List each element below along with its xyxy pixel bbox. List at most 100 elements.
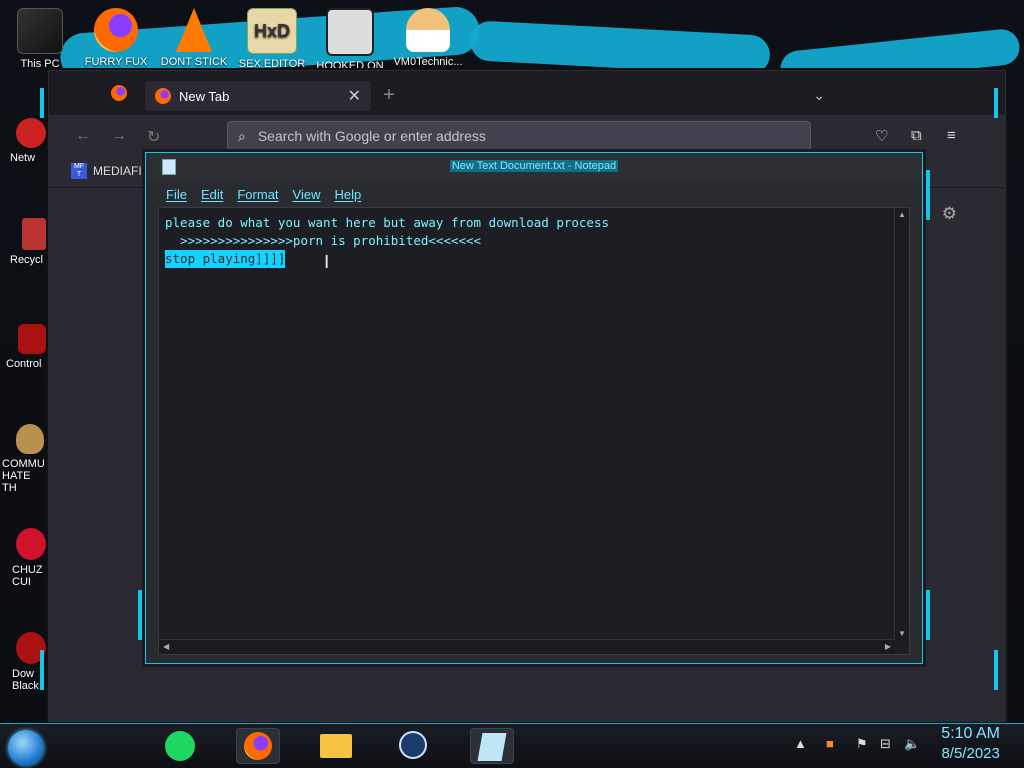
gear-icon[interactable]: ⚙ (942, 204, 957, 224)
mediafire-icon: MF T (71, 163, 87, 179)
volume-icon[interactable]: 🔈 (904, 736, 920, 752)
network-icon[interactable]: ⊟ (880, 736, 891, 752)
new-tab-plus-icon[interactable]: + (379, 83, 399, 107)
desktop-icon-label: COMMU HATE TH (2, 458, 45, 494)
extensions-icon[interactable]: ⧉ (911, 127, 922, 144)
bookmark-mediafire[interactable]: MF T MEDIAFI (71, 163, 142, 179)
notepad-icon (477, 733, 507, 761)
taskbar-firefox[interactable] (236, 728, 280, 764)
forward-arrow-icon[interactable]: → (111, 127, 127, 145)
hxd-icon: HxD (247, 8, 297, 54)
reload-icon[interactable]: ↻ (147, 127, 160, 147)
frame-decoration (926, 170, 930, 220)
scroll-up-icon[interactable]: ▲ (898, 210, 906, 219)
red-creature-icon (16, 528, 46, 560)
tab-new-tab[interactable]: New Tab ✕ (145, 81, 371, 111)
notepad-icon (162, 159, 176, 175)
text-line: >>>>>>>>>>>>>>>porn is prohibited<<<<<<< (165, 233, 482, 248)
desktop-icon-label: Dow Black (12, 668, 39, 692)
desktop-icon-hooked-on[interactable]: HOOKED ON (314, 8, 386, 72)
bookmark-label: MEDIAFI (93, 164, 142, 178)
horizontal-scrollbar[interactable]: ◀ ▶ (159, 639, 895, 654)
tab-title: New Tab (179, 88, 230, 104)
file-explorer-icon (320, 734, 352, 758)
desktop-icon-this-pc[interactable]: This PC (4, 8, 76, 70)
desktop-icon-label: CHUZ CUI (12, 564, 43, 588)
desktop-icon-label: DONT STICK (160, 56, 228, 68)
menu-view[interactable]: View (293, 187, 321, 202)
frame-decoration (994, 88, 998, 118)
menu-file[interactable]: File (166, 187, 187, 202)
search-input[interactable] (255, 127, 800, 145)
desktop-icon-vm0technic[interactable]: VM0Technic... (392, 8, 464, 68)
notepad-window: New Text Document.txt - Notepad File Edi… (145, 152, 923, 664)
clock[interactable]: 5:10 AM 8/5/2023 (941, 724, 1000, 764)
pocket-icon[interactable]: ♡ (875, 127, 888, 145)
desktop-icon-dont-stick[interactable]: DONT STICK (158, 8, 230, 68)
tab-bar: New Tab ✕ + ⌄ (49, 79, 1005, 113)
desktop-icon-furry-fux[interactable]: FURRY FUX (80, 8, 152, 68)
desktop-icon-label: Netw (10, 152, 36, 164)
control-panel-icon (18, 324, 46, 354)
firefox-icon (155, 88, 171, 104)
desktop-icon-label: Control (6, 358, 42, 370)
network-icon (16, 118, 46, 148)
notes-app-icon (165, 731, 195, 761)
scroll-right-icon[interactable]: ▶ (885, 642, 891, 651)
frame-decoration (994, 650, 998, 690)
text-line: please do what you want here but away fr… (165, 215, 610, 230)
firefox-view-icon[interactable] (111, 85, 127, 101)
text-cursor-icon: I (324, 252, 330, 273)
desktop-icon-label: VM0Technic... (393, 56, 463, 68)
frame-decoration (40, 650, 44, 690)
selected-text-line: stop playing]]]] (165, 250, 286, 268)
address-bar[interactable]: ⌕ (227, 121, 811, 151)
menu-bar: File Edit Format View Help (158, 183, 910, 205)
desktop-icon-label: FURRY FUX (84, 56, 148, 68)
start-button[interactable] (8, 730, 44, 766)
maze-icon (326, 8, 374, 56)
app-tray-icon[interactable]: ■ (826, 736, 834, 751)
taskbar-notes-app[interactable] (158, 728, 202, 764)
text-editor-area[interactable]: please do what you want here but away fr… (158, 207, 910, 655)
recycle-bin-icon (22, 218, 46, 250)
frame-decoration (138, 590, 142, 640)
notepad-title-bar[interactable]: New Text Document.txt - Notepad (146, 153, 922, 179)
chevron-down-icon[interactable]: ⌄ (813, 87, 825, 104)
back-arrow-icon[interactable]: ← (75, 127, 91, 145)
taskbar: ▲ ■ ⚑ ⊟ 🔈 5:10 AM 8/5/2023 (0, 723, 1024, 768)
doctor-icon (406, 8, 450, 52)
clock-date: 8/5/2023 (941, 745, 1000, 762)
desktop-icon-sex-editor[interactable]: HxD SEX EDITOR (236, 8, 308, 70)
desktop-icon-label: Recycl (10, 254, 44, 266)
flag-icon[interactable]: ⚑ (856, 736, 868, 752)
scroll-down-icon[interactable]: ▼ (898, 629, 906, 638)
vertical-scrollbar[interactable]: ▲ ▼ (894, 208, 909, 640)
taskbar-file-explorer[interactable] (314, 728, 358, 764)
desktop-icon-label: This PC (20, 58, 60, 70)
desktop-icon-commu[interactable]: COMMU HATE TH (2, 424, 48, 494)
show-hidden-icons-icon[interactable]: ▲ (794, 736, 807, 751)
close-tab-icon[interactable]: ✕ (348, 86, 361, 106)
firefox-icon (244, 732, 272, 760)
menu-edit[interactable]: Edit (201, 187, 223, 202)
menu-hamburger-icon[interactable]: ≡ (947, 127, 956, 144)
desktop-icon-label: SEX EDITOR (238, 58, 306, 70)
taskbar-steam[interactable] (392, 728, 436, 764)
steam-icon (399, 731, 427, 759)
wallpaper-swoosh (469, 20, 771, 76)
frame-decoration (40, 88, 44, 118)
vlc-icon (176, 8, 212, 52)
menu-help[interactable]: Help (334, 187, 361, 202)
taskbar-notepad[interactable] (470, 728, 514, 764)
scroll-left-icon[interactable]: ◀ (163, 642, 169, 651)
window-title: New Text Document.txt - Notepad (449, 160, 619, 172)
firefox-icon (94, 8, 138, 52)
menu-format[interactable]: Format (237, 187, 278, 202)
frame-decoration (926, 590, 930, 640)
computer-icon (17, 8, 63, 54)
clock-time: 5:10 AM (941, 725, 1000, 742)
document-text[interactable]: please do what you want here but away fr… (165, 214, 887, 634)
money-bag-icon (16, 424, 44, 454)
desktop-icon-chuz[interactable]: CHUZ CUI (12, 528, 48, 588)
